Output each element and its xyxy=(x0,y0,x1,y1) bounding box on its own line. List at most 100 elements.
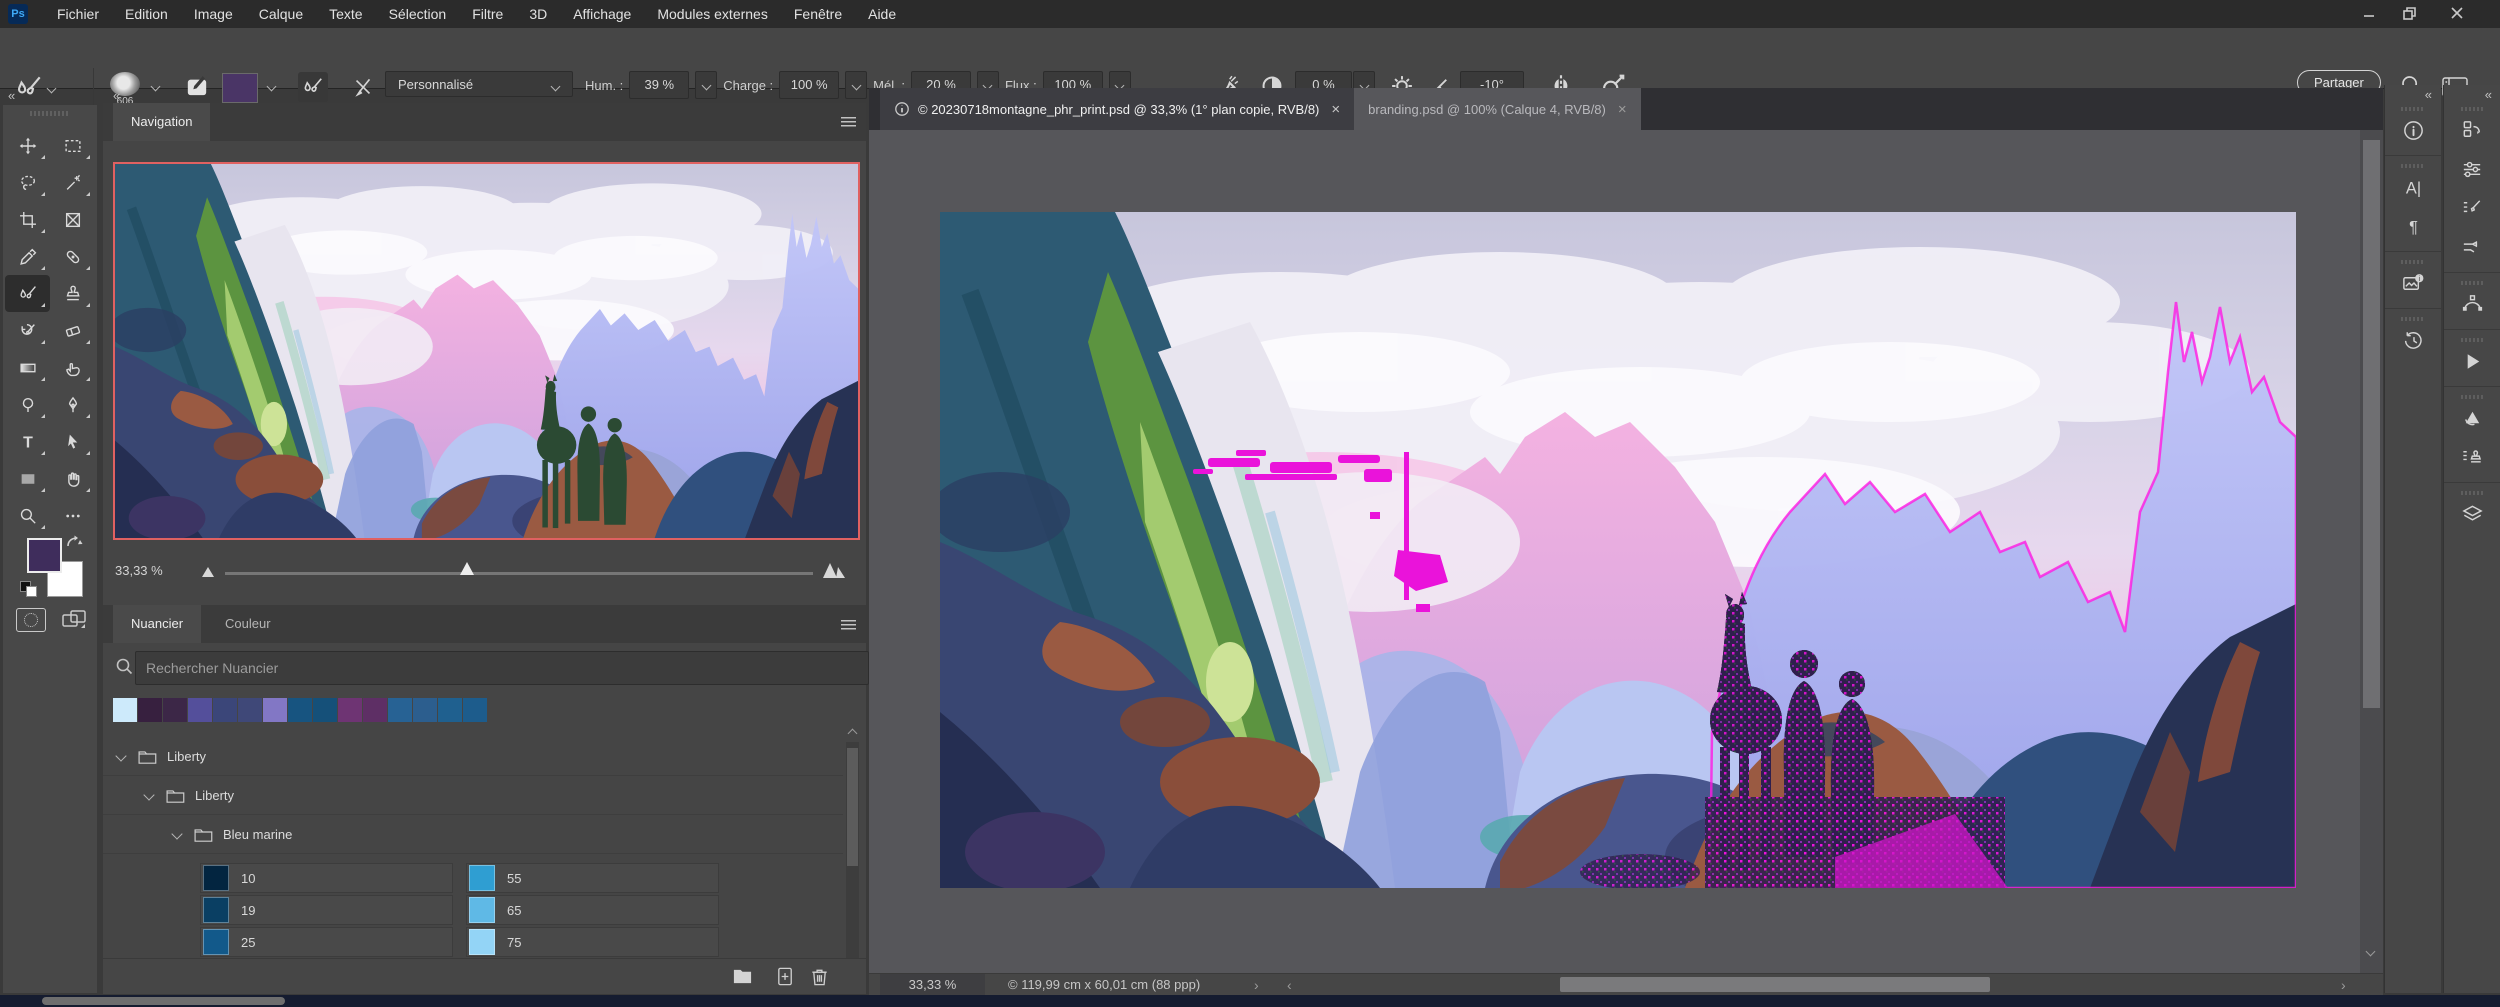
close-icon[interactable]: × xyxy=(1327,101,1340,118)
menu-item[interactable]: Image xyxy=(181,0,246,28)
toggle-brush-panel-button[interactable] xyxy=(185,74,209,103)
tool-button[interactable] xyxy=(50,423,95,460)
status-prev-icon[interactable]: ‹ xyxy=(1287,974,1292,996)
swatch-group-row[interactable]: Liberty xyxy=(103,737,843,776)
delete-swatch-icon[interactable] xyxy=(809,966,830,987)
menu-item[interactable]: Texte xyxy=(316,0,375,28)
recent-swatch[interactable] xyxy=(413,698,437,722)
swatch-entry[interactable]: 55 xyxy=(466,863,719,893)
menu-item[interactable]: Sélection xyxy=(376,0,460,28)
restore-button[interactable] xyxy=(2396,4,2422,22)
collapse-left-dock-icon[interactable]: « xyxy=(113,88,121,103)
menu-item[interactable]: Modules externes xyxy=(644,0,781,28)
panel-icon-button[interactable] xyxy=(2444,386,2500,439)
swap-colors-icon[interactable] xyxy=(65,534,84,556)
swatch-entry[interactable]: 10 xyxy=(200,863,453,893)
options-field-value[interactable]: 39 % xyxy=(629,71,689,99)
recent-swatch[interactable] xyxy=(163,698,187,722)
status-next-icon[interactable]: › xyxy=(1254,974,1259,996)
recent-swatch[interactable] xyxy=(238,698,262,722)
menu-item[interactable]: Fenêtre xyxy=(781,0,855,28)
dock-grip[interactable] xyxy=(2401,317,2425,321)
tool-preset-button[interactable] xyxy=(16,75,42,106)
tool-button[interactable] xyxy=(50,164,95,201)
navigator-zoom-slider[interactable] xyxy=(225,572,813,575)
canvas-artwork[interactable] xyxy=(940,212,2296,888)
chevron-down-icon[interactable] xyxy=(267,82,277,92)
dock-grip[interactable] xyxy=(2461,395,2485,399)
recent-swatch[interactable] xyxy=(313,698,337,722)
recent-swatch[interactable] xyxy=(438,698,462,722)
menu-item[interactable]: Filtre xyxy=(459,0,516,28)
tab-navigation[interactable]: Navigation xyxy=(113,103,210,141)
dock-grip[interactable] xyxy=(2461,281,2485,285)
quick-mask-button[interactable] xyxy=(16,608,46,632)
horizontal-scrollbar-thumb[interactable] xyxy=(1560,977,1990,992)
app-logo[interactable]: Ps xyxy=(8,4,28,24)
scroll-right-icon[interactable]: › xyxy=(2341,974,2346,996)
clean-brush-toggle[interactable] xyxy=(348,72,378,102)
panel-icon-button[interactable] xyxy=(2444,229,2500,268)
tool-button[interactable] xyxy=(50,127,95,164)
tool-button[interactable] xyxy=(50,349,95,386)
panel-icon-button[interactable] xyxy=(2385,99,2441,151)
scrollbar-thumb[interactable] xyxy=(847,748,858,866)
panel-icon-button[interactable] xyxy=(2444,272,2500,325)
recent-swatch[interactable] xyxy=(263,698,287,722)
new-swatch-icon[interactable] xyxy=(775,966,796,987)
dock-grip[interactable] xyxy=(2401,164,2425,168)
menu-item[interactable]: Edition xyxy=(112,0,181,28)
close-window-button[interactable] xyxy=(2444,4,2470,22)
collapse-toolbar-icon[interactable]: « xyxy=(8,88,16,103)
menu-item[interactable]: Affichage xyxy=(560,0,644,28)
panel-icon-button[interactable] xyxy=(2444,151,2500,190)
vertical-scrollbar[interactable] xyxy=(2360,130,2383,973)
scrollbar-thumb[interactable] xyxy=(2363,140,2380,708)
mixer-paint-color-swatch[interactable] xyxy=(222,73,258,103)
dock-grip[interactable] xyxy=(2461,107,2485,111)
tool-button[interactable] xyxy=(50,460,95,497)
swatch-entry[interactable]: 25 xyxy=(200,927,453,957)
zoom-out-icon[interactable] xyxy=(200,567,216,577)
chevron-down-icon[interactable] xyxy=(695,71,717,99)
tab-couleur[interactable]: Couleur xyxy=(207,605,289,643)
recent-swatch[interactable] xyxy=(288,698,312,722)
swatch-group-row[interactable]: Bleu marine xyxy=(103,815,843,854)
panel-icon-button[interactable] xyxy=(2444,482,2500,535)
tool-button[interactable] xyxy=(5,423,50,460)
tool-button[interactable] xyxy=(5,349,50,386)
tool-button[interactable] xyxy=(50,497,95,534)
recent-swatch[interactable] xyxy=(188,698,212,722)
swatch-entry[interactable]: 75 xyxy=(466,927,719,957)
panel-icon-button[interactable] xyxy=(2444,190,2500,229)
default-colors-icon[interactable] xyxy=(20,581,38,597)
tool-button[interactable] xyxy=(5,127,50,164)
swatch-search-input[interactable] xyxy=(135,651,869,685)
swatch-entry[interactable]: 65 xyxy=(466,895,719,925)
screen-mode-button[interactable] xyxy=(61,608,89,637)
dock-grip[interactable] xyxy=(2461,338,2485,342)
chevron-down-icon[interactable] xyxy=(47,84,57,94)
foreground-color-swatch[interactable] xyxy=(27,538,62,573)
tool-button[interactable] xyxy=(50,238,95,275)
panel-icon-button[interactable] xyxy=(2385,308,2441,361)
recent-swatch[interactable] xyxy=(113,698,137,722)
minimize-button[interactable] xyxy=(2356,4,2382,22)
recent-swatch[interactable] xyxy=(213,698,237,722)
chevron-down-icon[interactable] xyxy=(171,828,182,839)
tool-button[interactable] xyxy=(5,460,50,497)
tab-nuancier[interactable]: Nuancier xyxy=(113,605,201,643)
mixer-combo-dropdown[interactable]: Personnalisé xyxy=(385,71,573,97)
document-tab[interactable]: branding.psd @ 100% (Calque 4, RVB/8) × xyxy=(1354,88,1640,130)
swatch-entry[interactable]: 19 xyxy=(200,895,453,925)
tool-button[interactable] xyxy=(5,164,50,201)
panel-icon-button[interactable] xyxy=(2444,329,2500,382)
options-field-value[interactable]: 100 % xyxy=(779,71,839,99)
tool-button[interactable] xyxy=(5,312,50,349)
panel-scrollbar-thumb[interactable] xyxy=(42,997,285,1005)
tool-button[interactable] xyxy=(50,201,95,238)
tool-button[interactable] xyxy=(5,238,50,275)
toolbar-grip[interactable] xyxy=(30,111,70,116)
tool-button[interactable] xyxy=(50,312,95,349)
menu-item[interactable]: Fichier xyxy=(44,0,112,28)
